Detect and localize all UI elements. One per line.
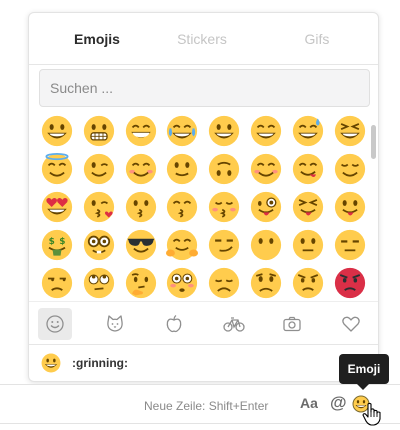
- angry-emoji[interactable]: [292, 267, 324, 299]
- formatting-button[interactable]: Aa: [300, 395, 318, 411]
- rolling-eyes-emoji[interactable]: [83, 267, 115, 299]
- heart-icon: [342, 316, 360, 332]
- smile-emoji[interactable]: [250, 115, 282, 147]
- tab-emojis[interactable]: Emojis: [47, 13, 147, 65]
- nerd-emoji[interactable]: [83, 229, 115, 261]
- flushed-emoji[interactable]: [166, 267, 198, 299]
- emoji-category-bar: [29, 301, 378, 345]
- heart-eyes-emoji[interactable]: [41, 191, 73, 223]
- kissing-smiling-eyes-emoji[interactable]: [166, 191, 198, 223]
- hugging-emoji[interactable]: [166, 229, 199, 261]
- innocent-emoji[interactable]: [41, 153, 73, 185]
- kissing-closed-eyes-emoji[interactable]: [208, 191, 240, 223]
- tab-stickers[interactable]: Stickers: [152, 13, 252, 65]
- grimacing-emoji[interactable]: [83, 115, 115, 147]
- slightly-smiling-emoji[interactable]: [166, 153, 198, 185]
- unamused-emoji[interactable]: [41, 267, 73, 299]
- blush-emoji[interactable]: [125, 153, 157, 185]
- sweat-smile-emoji[interactable]: [292, 115, 324, 147]
- worried-emoji[interactable]: [250, 267, 282, 299]
- cat-icon: [107, 315, 123, 332]
- hand-pointer-icon: [362, 402, 381, 426]
- category-food[interactable]: [157, 308, 191, 340]
- mention-button[interactable]: @: [330, 393, 347, 413]
- expressionless-emoji[interactable]: [334, 229, 366, 261]
- no-mouth-emoji[interactable]: [250, 229, 282, 261]
- neutral-emoji[interactable]: [292, 229, 324, 261]
- smirk-emoji[interactable]: [208, 229, 240, 261]
- category-smileys[interactable]: [38, 308, 72, 340]
- message-composer[interactable]: Neue Zeile: Shift+Enter Aa @: [0, 384, 400, 424]
- yum-emoji[interactable]: [292, 153, 324, 185]
- sunglasses-emoji[interactable]: [125, 229, 157, 261]
- joy-emoji[interactable]: [166, 115, 198, 147]
- emoji-grid-viewport: $ $: [29, 113, 378, 301]
- smiley-emoji[interactable]: [208, 115, 240, 147]
- svg-text:$: $: [59, 237, 65, 247]
- emoji-scrollbar-thumb[interactable]: [371, 125, 376, 159]
- laughing-emoji[interactable]: [334, 115, 366, 147]
- smiley-icon: [46, 315, 64, 333]
- kissing-heart-emoji[interactable]: [83, 191, 115, 223]
- relaxed-emoji[interactable]: [250, 153, 282, 185]
- emoji-picker: Emojis Stickers Gifs $$: [28, 12, 379, 382]
- disappointed-emoji[interactable]: [208, 267, 240, 299]
- apple-icon: [166, 314, 182, 333]
- camera-icon: [283, 316, 301, 332]
- grinning-face-icon: [41, 353, 61, 373]
- emoji-preview: :grinning:: [29, 345, 378, 381]
- zany-emoji[interactable]: [250, 191, 282, 223]
- grin-emoji[interactable]: [125, 115, 157, 147]
- category-symbols[interactable]: [334, 308, 368, 340]
- stuck-out-tongue-emoji[interactable]: [334, 191, 366, 223]
- bicycle-icon: [223, 317, 245, 332]
- grinning-emoji[interactable]: [41, 115, 73, 147]
- emoji-preview-name: :grinning:: [72, 356, 128, 370]
- category-activity[interactable]: [216, 308, 250, 340]
- emoji-tooltip: Emoji: [339, 354, 389, 390]
- svg-text:$: $: [49, 237, 55, 247]
- picker-tabs: Emojis Stickers Gifs: [29, 13, 378, 65]
- newline-hint: Neue Zeile: Shift+Enter: [144, 399, 269, 413]
- rage-emoji[interactable]: [334, 267, 366, 299]
- tab-gifs[interactable]: Gifs: [267, 13, 367, 65]
- wink-emoji[interactable]: [83, 153, 115, 185]
- kissing-emoji[interactable]: [125, 191, 157, 223]
- thinking-emoji[interactable]: [125, 267, 157, 299]
- category-animals[interactable]: [98, 308, 132, 340]
- money-mouth-emoji[interactable]: $ $: [41, 229, 73, 261]
- category-travel[interactable]: [275, 308, 309, 340]
- emoji-search-input[interactable]: [39, 69, 370, 107]
- upside-down-emoji[interactable]: [208, 153, 240, 185]
- stuck-out-tongue-closed-eyes-emoji[interactable]: [292, 191, 324, 223]
- relieved-emoji[interactable]: [334, 153, 366, 185]
